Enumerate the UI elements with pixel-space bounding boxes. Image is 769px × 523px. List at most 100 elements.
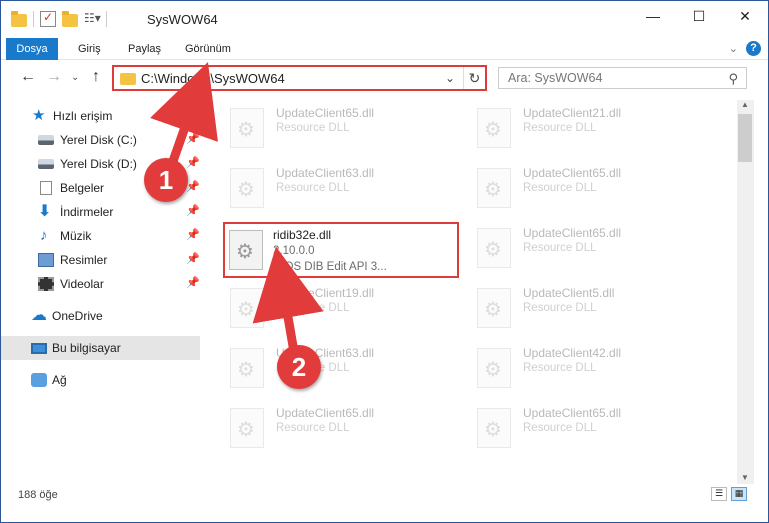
refresh-icon[interactable]: ↻ [463, 67, 485, 89]
pin-icon[interactable]: 📌 [186, 132, 200, 145]
details-view-icon[interactable]: ☰ [711, 487, 727, 501]
scroll-down-icon[interactable]: ▼ [741, 473, 749, 482]
pin-icon[interactable]: 📌 [186, 204, 200, 217]
folder-icon [120, 73, 136, 85]
file-description: Resource DLL [276, 122, 350, 134]
dll-file-icon [477, 408, 511, 448]
vertical-scrollbar[interactable]: ▲ ▼ [737, 100, 754, 484]
sidebar-item-onedrive[interactable]: ☁ OneDrive [0, 304, 200, 328]
address-bar[interactable]: C:\Windows\SysWOW64 ⌄ ↻ [112, 65, 487, 91]
dll-file-icon [477, 168, 511, 208]
file-name: UpdateClient65.dll [276, 106, 375, 120]
new-folder-icon[interactable] [62, 10, 78, 27]
file-item[interactable]: UpdateClient63.dll Resource DLL [212, 340, 452, 396]
file-description: Resource DLL [523, 302, 597, 314]
file-description: Resource DLL [276, 182, 350, 194]
file-description: Resource DLL [523, 122, 597, 134]
sidebar-item-music[interactable]: ♪ Müzik 📌 [0, 224, 200, 248]
sidebar-item-label: Resimler [60, 253, 108, 267]
minimize-icon[interactable]: — [630, 1, 676, 31]
file-item[interactable]: UpdateClient65.dll Resource DLL [459, 400, 699, 456]
file-item-ridib32e[interactable]: ridib32e.dll 2.10.0.0 RIOS DIB Edit API … [223, 222, 459, 278]
back-arrow-icon[interactable]: ← [20, 68, 36, 86]
drive-icon [38, 135, 54, 145]
search-placeholder: Ara: SysWOW64 [508, 71, 603, 85]
step-1-badge: 1 [144, 158, 188, 202]
dll-file-icon [230, 408, 264, 448]
close-icon[interactable]: ✕ [722, 1, 768, 31]
file-item[interactable]: UpdateClient65.dll Resource DLL [459, 220, 699, 276]
file-item[interactable]: UpdateClient65.dll Resource DLL [212, 400, 452, 456]
file-name: UpdateClient65.dll [523, 406, 622, 420]
drive-icon [38, 159, 54, 169]
tab-home[interactable]: Giriş [78, 38, 101, 60]
document-icon [40, 181, 52, 195]
maximize-icon[interactable]: ☐ [676, 1, 722, 31]
chevron-down-icon[interactable]: ⌄ [445, 71, 455, 85]
title-bar: ☷▾ SysWOW64 — ☐ ✕ [0, 0, 769, 38]
sidebar-item-quick-access[interactable]: ★ Hızlı erişim [0, 104, 200, 128]
pin-icon[interactable]: 📌 [186, 180, 200, 193]
properties-icon[interactable] [40, 10, 56, 27]
help-icon[interactable]: ? [746, 41, 761, 56]
sidebar-item-this-pc[interactable]: Bu bilgisayar [0, 336, 200, 360]
dll-file-icon [229, 230, 263, 270]
scrollbar-thumb[interactable] [738, 114, 752, 162]
search-icon[interactable]: ⚲ [728, 71, 738, 87]
large-icons-view-icon[interactable]: ▦ [731, 487, 747, 501]
view-toggle: ☰ ▦ [711, 487, 747, 501]
dll-file-icon [477, 228, 511, 268]
folder-icon[interactable] [11, 10, 27, 27]
sidebar-item-pictures[interactable]: Resimler 📌 [0, 248, 200, 272]
file-description: RIOS DIB Edit API 3... [273, 261, 387, 273]
sidebar-item-downloads[interactable]: ⬇ İndirmeler 📌 [0, 200, 200, 224]
file-item[interactable]: UpdateClient65.dll Resource DLL [212, 100, 452, 156]
scroll-up-icon[interactable]: ▲ [741, 100, 749, 109]
pin-icon[interactable]: 📌 [186, 252, 200, 265]
file-version: 2.10.0.0 [273, 245, 315, 257]
file-item[interactable]: UpdateClient65.dll Resource DLL [459, 160, 699, 216]
dll-file-icon [230, 288, 264, 328]
sidebar-item-network[interactable]: Ağ [0, 368, 200, 392]
sidebar-item-label: Belgeler [60, 181, 105, 195]
sidebar-item-local-disk-c[interactable]: Yerel Disk (C:) 📌 [0, 128, 200, 152]
music-icon: ♪ [40, 227, 48, 244]
recent-locations-icon[interactable]: ⌄ [71, 72, 79, 83]
pin-icon[interactable]: 📌 [186, 276, 200, 289]
pictures-icon [38, 253, 54, 267]
file-name: UpdateClient65.dll [276, 406, 375, 420]
cloud-icon: ☁ [31, 307, 47, 324]
file-item[interactable]: UpdateClient21.dll Resource DLL [459, 100, 699, 156]
dll-file-icon [230, 348, 264, 388]
pin-icon[interactable]: 📌 [186, 228, 200, 241]
address-path[interactable]: C:\Windows\SysWOW64 [141, 71, 285, 86]
dll-file-icon [230, 168, 264, 208]
tab-file[interactable]: Dosya [6, 38, 58, 60]
download-icon: ⬇ [38, 203, 52, 220]
up-arrow-icon[interactable]: ↑ [92, 68, 100, 86]
file-item[interactable]: UpdateClient42.dll Resource DLL [459, 340, 699, 396]
tab-share[interactable]: Paylaş [128, 38, 161, 60]
navigation-pane: ★ Hızlı erişim Yerel Disk (C:) 📌 Yerel D… [0, 100, 200, 475]
search-input[interactable]: Ara: SysWOW64 ⚲ [498, 67, 747, 89]
sidebar-item-videos[interactable]: Videolar 📌 [0, 272, 200, 296]
file-name: UpdateClient42.dll [523, 346, 622, 360]
dll-file-icon [477, 348, 511, 388]
forward-arrow-icon[interactable]: → [46, 68, 62, 86]
sidebar-item-label: Yerel Disk (D:) [60, 157, 137, 171]
file-item[interactable]: UpdateClient19.dll Resource DLL [212, 280, 452, 336]
window-controls: — ☐ ✕ [630, 1, 768, 31]
pin-icon[interactable]: 📌 [186, 156, 200, 169]
file-item[interactable]: UpdateClient5.dll Resource DLL [459, 280, 699, 336]
dll-file-icon [477, 108, 511, 148]
file-description: Resource DLL [523, 422, 597, 434]
file-item[interactable]: UpdateClient63.dll Resource DLL [212, 160, 452, 216]
customize-toolbar-icon[interactable]: ☷▾ [84, 11, 101, 27]
item-count: 188 öğe [18, 489, 58, 501]
sidebar-item-label: İndirmeler [60, 205, 114, 219]
video-icon [38, 277, 54, 291]
expand-ribbon-icon[interactable]: ⌄ [729, 42, 738, 55]
sidebar-item-label: Hızlı erişim [53, 109, 113, 123]
tab-view[interactable]: Görünüm [185, 38, 231, 60]
file-description: Resource DLL [523, 362, 597, 374]
